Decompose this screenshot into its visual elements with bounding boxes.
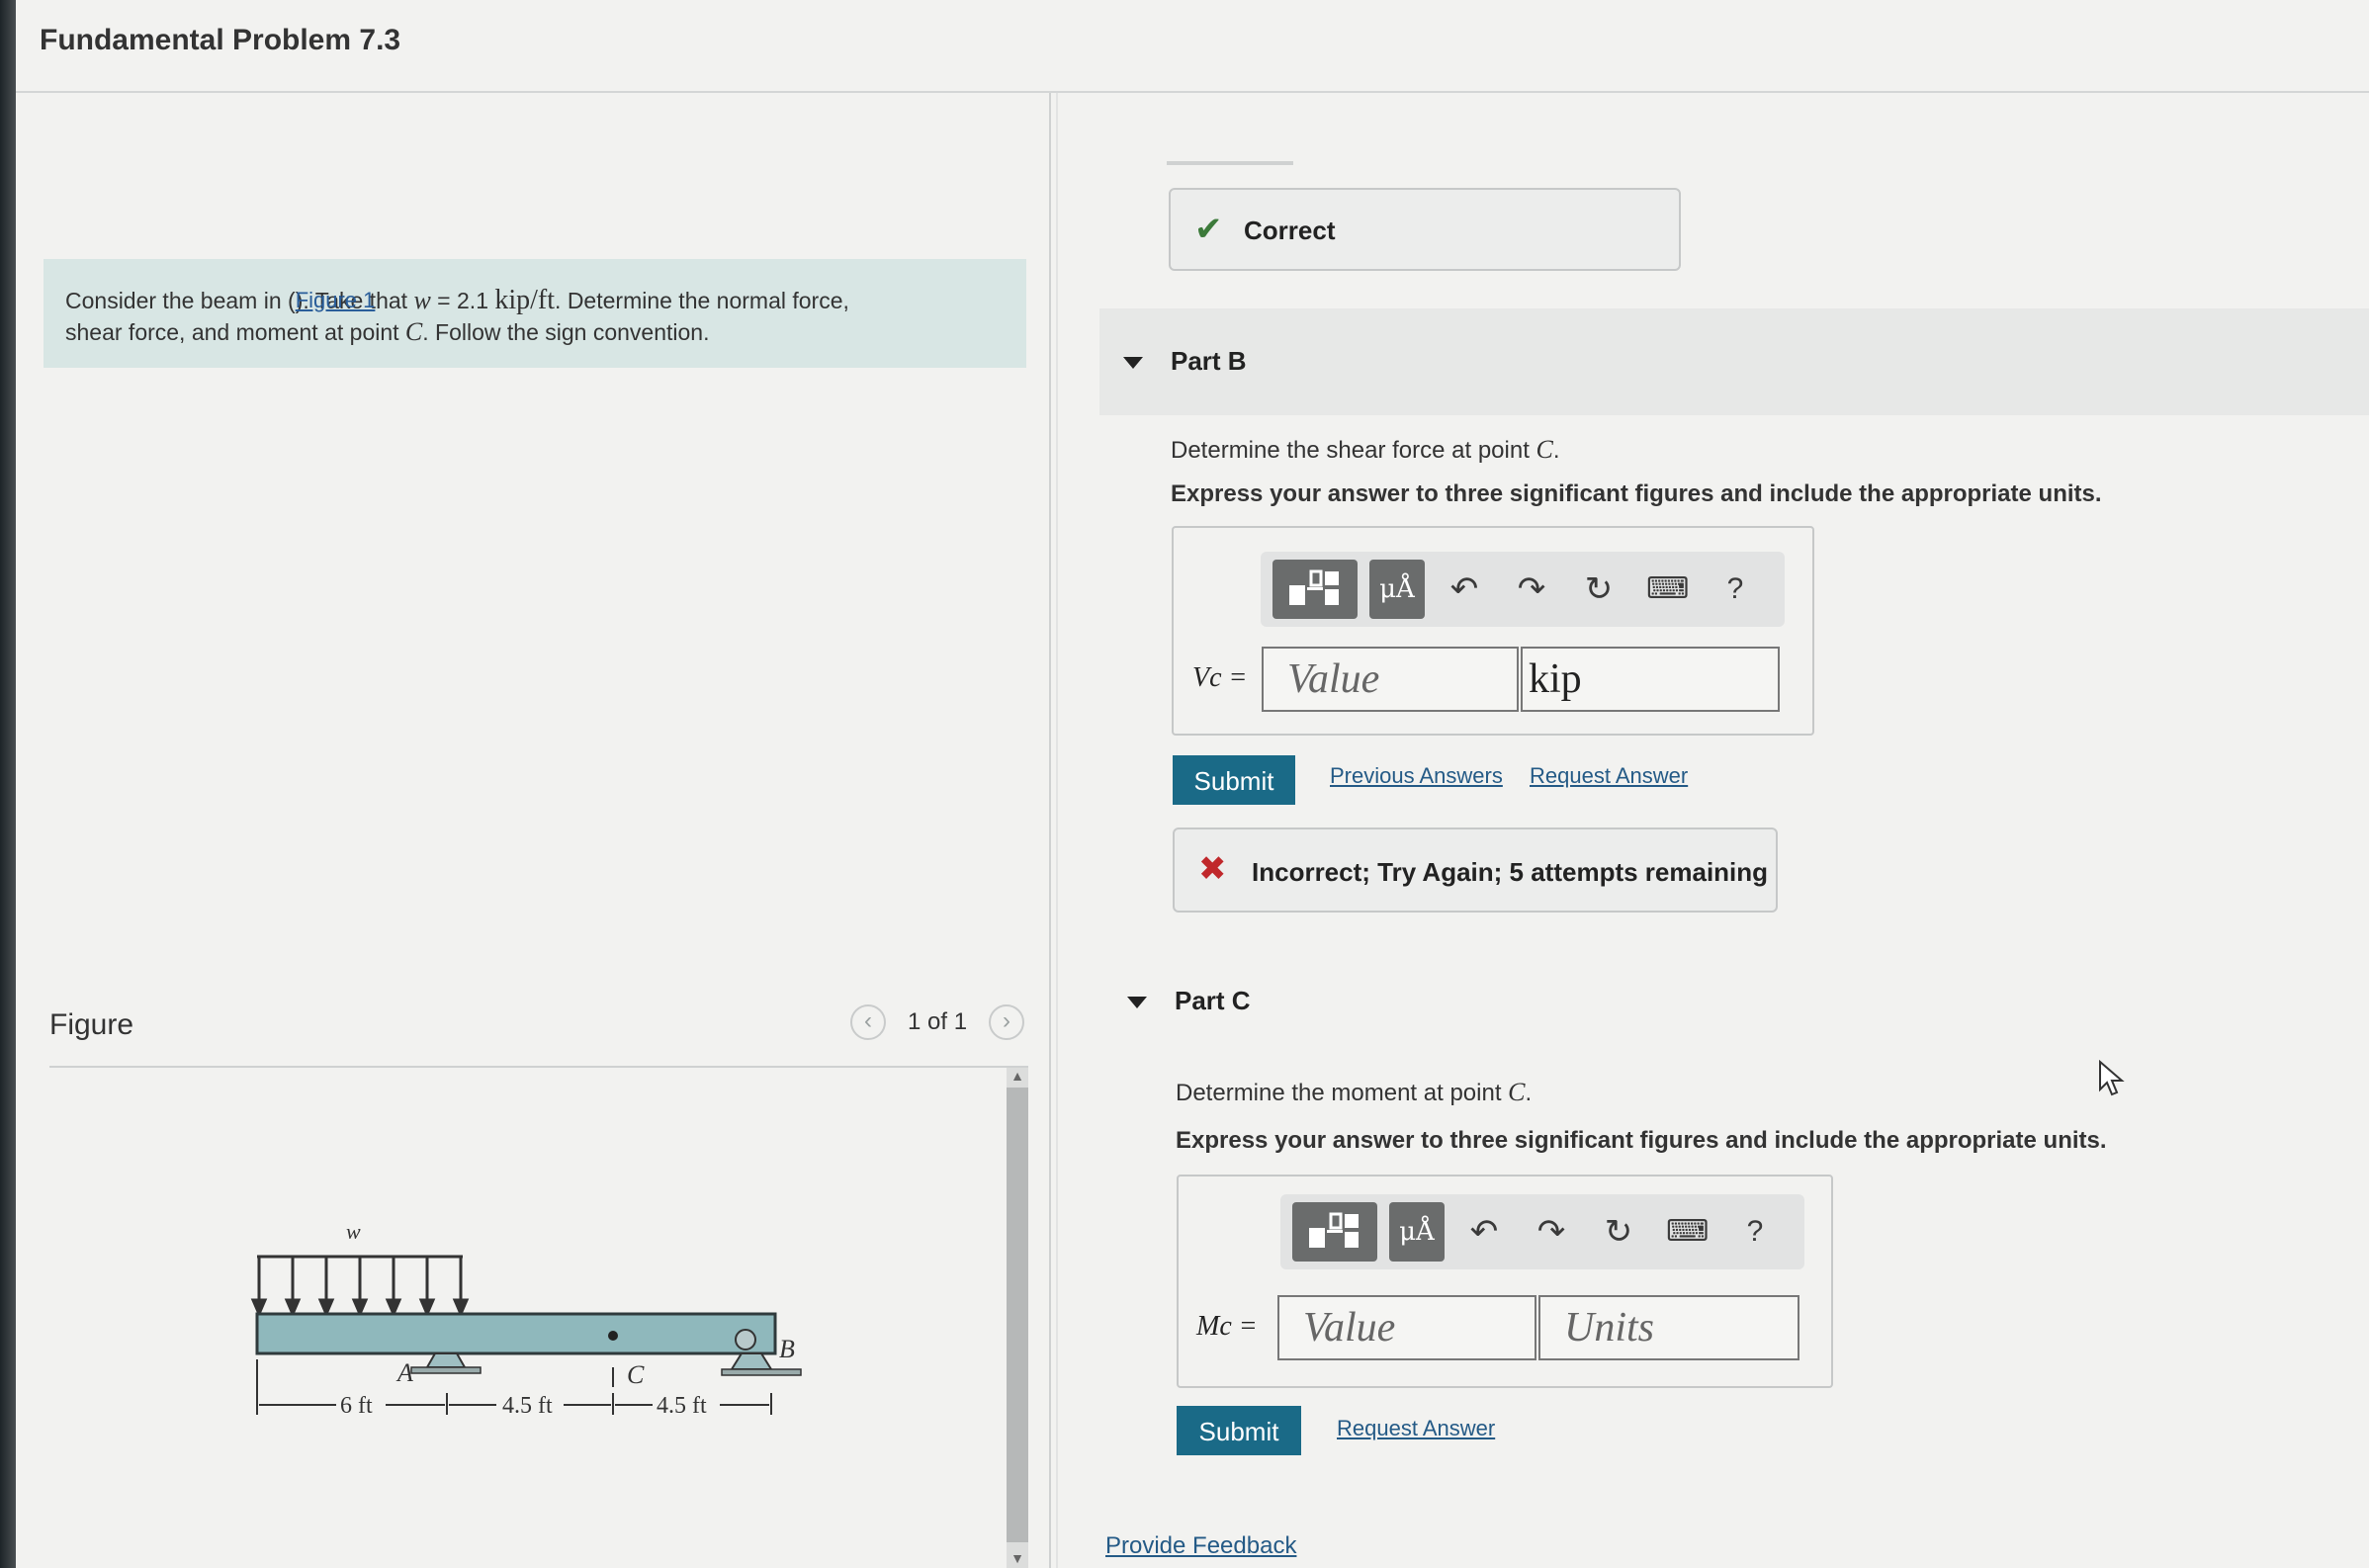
part-c-request-answer-link[interactable]: Request Answer	[1337, 1416, 1495, 1441]
problem-text: shear force, and moment at point	[65, 319, 405, 345]
figure-divider	[49, 1066, 1028, 1068]
dim-ab: 6 ft	[340, 1393, 373, 1419]
check-icon: ✔	[1194, 211, 1223, 248]
screen-edge	[0, 0, 16, 1568]
scroll-down-icon[interactable]: ▼	[1007, 1548, 1028, 1568]
undo-icon[interactable]: ↶	[1464, 1204, 1504, 1260]
question-text: Determine the moment at point	[1176, 1080, 1509, 1106]
figure-scrollbar-thumb[interactable]	[1007, 1088, 1028, 1542]
w-symbol: w	[413, 286, 431, 314]
provide-feedback-link[interactable]: Provide Feedback	[1105, 1532, 1296, 1560]
part-b-header[interactable]: Part B	[1123, 346, 1247, 377]
w-units: kip/ft	[494, 285, 556, 315]
figure-link[interactable]: Figure 1	[296, 285, 376, 316]
keyboard-icon[interactable]: ⌨	[1646, 562, 1689, 617]
page-title: Fundamental Problem 7.3	[40, 24, 401, 56]
problem-text: . Determine the normal force,	[555, 288, 849, 313]
part-c-toolbar: μÅ ↶ ↷ ↻ ⌨ ?	[1280, 1194, 1804, 1269]
point-c-symbol: C	[1508, 1078, 1526, 1106]
question-text: Determine the shear force at point	[1171, 437, 1536, 464]
title-divider	[16, 91, 2369, 93]
previous-answers-link[interactable]: Previous Answers	[1330, 763, 1503, 789]
dim-ac: 4.5 ft	[502, 1393, 553, 1419]
part-c-instructions: Express your answer to three significant…	[1176, 1127, 2107, 1154]
reset-icon[interactable]: ↻	[1579, 562, 1619, 617]
w-value: = 2.1	[430, 288, 495, 313]
part-b-instructions: Express your answer to three significant…	[1171, 480, 2102, 507]
collapse-triangle-icon[interactable]	[1127, 997, 1147, 1009]
mc-units-input[interactable]: Units	[1538, 1295, 1799, 1360]
beam	[255, 1312, 777, 1355]
load-label: w	[346, 1219, 361, 1244]
feedback-text: Correct	[1244, 216, 1336, 245]
problem-text: Consider the beam in (	[65, 288, 296, 313]
part-b-submit-button[interactable]: Submit	[1173, 755, 1295, 805]
point-c-symbol: C	[1535, 435, 1553, 464]
vc-value-input[interactable]: Value	[1262, 647, 1519, 712]
figure-label: Figure	[49, 1008, 134, 1041]
part-c-question: Determine the moment at point C.	[1176, 1078, 1532, 1107]
help-icon[interactable]: ?	[1735, 1204, 1775, 1260]
feedback-text: Incorrect; Try Again; 5 attempts remaini…	[1252, 857, 1769, 887]
mouse-cursor-icon	[2099, 1060, 2125, 1096]
redo-icon[interactable]: ↷	[1532, 1204, 1571, 1260]
reset-icon[interactable]: ↻	[1599, 1204, 1638, 1260]
point-c-symbol: C	[404, 317, 423, 346]
collapse-triangle-icon[interactable]	[1123, 357, 1143, 370]
scroll-up-icon[interactable]: ▲	[1007, 1066, 1028, 1086]
label-c: C	[627, 1360, 645, 1389]
label-b: B	[779, 1335, 795, 1363]
column-divider	[1049, 93, 1051, 1568]
keyboard-icon[interactable]: ⌨	[1666, 1204, 1709, 1260]
label-a: A	[395, 1358, 413, 1387]
templates-icon[interactable]	[1272, 560, 1358, 619]
problem-text: . Follow the sign convention.	[422, 319, 710, 345]
distributed-load-arrows	[250, 1255, 470, 1318]
point-c-marker	[608, 1331, 618, 1341]
mc-label: Mc =	[1196, 1311, 1258, 1342]
chevron-left-icon[interactable]: ‹	[850, 1004, 886, 1040]
part-a-stub	[1167, 161, 1293, 165]
vc-units-input[interactable]: kip	[1521, 647, 1780, 712]
beam-diagram: w A B C 6 ft 4.5 ft 4.5 ft	[250, 1219, 802, 1419]
templates-icon[interactable]	[1292, 1202, 1377, 1262]
question-text: .	[1525, 1080, 1533, 1106]
chevron-right-icon[interactable]: ›	[989, 1004, 1024, 1040]
figure-pager: 1 of 1	[908, 1008, 968, 1035]
part-b-request-answer-link[interactable]: Request Answer	[1530, 763, 1688, 789]
units-icon[interactable]: μÅ	[1389, 1202, 1445, 1262]
column-divider-shadow	[1056, 93, 1058, 1568]
help-icon[interactable]: ?	[1715, 562, 1755, 617]
units-icon[interactable]: μÅ	[1369, 560, 1425, 619]
pin-support-a	[410, 1352, 482, 1374]
part-b-question: Determine the shear force at point C.	[1171, 435, 1560, 465]
part-b-feedback: ✖ Incorrect; Try Again; 5 attempts remai…	[1173, 828, 1778, 913]
mc-value-input[interactable]: Value	[1277, 1295, 1536, 1360]
x-icon: ✖	[1198, 850, 1227, 888]
question-text: .	[1552, 437, 1560, 464]
part-c-title: Part C	[1175, 986, 1251, 1015]
part-a-feedback: ✔ Correct	[1169, 188, 1681, 271]
problem-statement: Consider the beam in (Figure 1). Take th…	[44, 259, 1026, 368]
part-b-toolbar: μÅ ↶ ↷ ↻ ⌨ ?	[1261, 552, 1785, 627]
part-c-submit-button[interactable]: Submit	[1177, 1406, 1301, 1455]
redo-icon[interactable]: ↷	[1512, 562, 1551, 617]
vc-label: Vc =	[1192, 662, 1248, 693]
part-c-header[interactable]: Part C	[1127, 986, 1251, 1016]
part-b-title: Part B	[1171, 346, 1247, 376]
dim-cb: 4.5 ft	[657, 1393, 707, 1419]
undo-icon[interactable]: ↶	[1445, 562, 1484, 617]
part-b-header-band	[1099, 308, 2369, 415]
